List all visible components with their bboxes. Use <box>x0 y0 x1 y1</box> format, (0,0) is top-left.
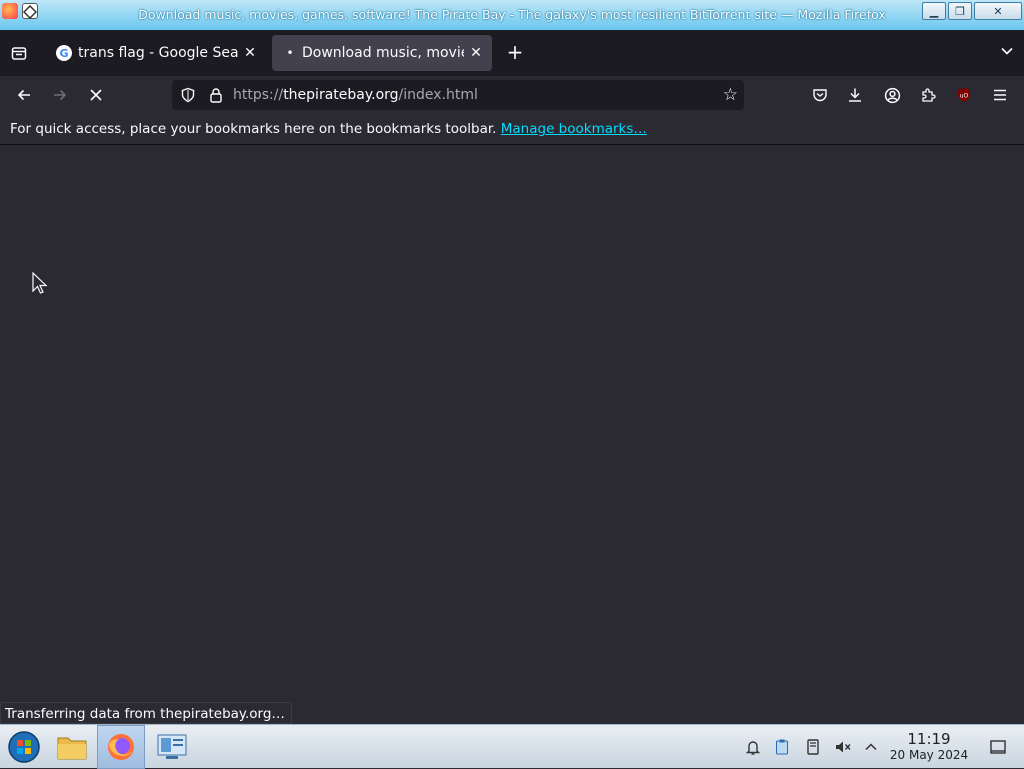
list-all-tabs-button[interactable] <box>1000 44 1014 62</box>
tab-close-icon[interactable]: ✕ <box>464 41 488 65</box>
stop-x-icon <box>90 89 102 101</box>
close-button[interactable]: ✕ <box>974 2 1022 20</box>
tab-close-icon[interactable]: ✕ <box>238 41 262 65</box>
firefox-view-icon <box>11 47 27 60</box>
url-prefix: https:// <box>233 87 284 103</box>
page-content[interactable] <box>0 145 1024 724</box>
account-icon <box>884 87 900 103</box>
show-desktop-icon[interactable] <box>988 737 1008 757</box>
notifications-bell-icon[interactable] <box>743 737 763 757</box>
url-path: /index.html <box>398 87 478 103</box>
bookmarks-toolbar: For quick access, place your bookmarks h… <box>0 114 1024 145</box>
app-menu-button[interactable] <box>989 84 1011 106</box>
tray-expand-chevron-up-icon[interactable] <box>861 737 881 757</box>
status-panel: Transferring data from thepiratebay.org… <box>0 702 292 724</box>
start-orb-icon <box>8 731 40 763</box>
tab-strip: G trans flag - Google Search ✕ • Downloa… <box>0 30 1024 76</box>
download-icon <box>849 88 861 102</box>
ublock-origin-icon: uO <box>958 88 970 102</box>
lock-icon[interactable] <box>208 87 224 103</box>
storage-device-icon[interactable] <box>803 737 823 757</box>
taskbar-firefox[interactable] <box>97 725 145 769</box>
tab-piratebay[interactable]: • Download music, movies, games ✕ <box>272 35 492 71</box>
close-icon: ✕ <box>993 4 1003 18</box>
taskbar-system-settings[interactable] <box>148 725 196 769</box>
clipboard-icon[interactable] <box>772 737 792 757</box>
arrow-left-icon <box>17 89 30 101</box>
clock-time: 11:19 <box>907 730 951 748</box>
window-titlebar[interactable]: Download music, movies, games, software!… <box>0 0 1024 30</box>
loading-dot-icon: • <box>286 46 294 60</box>
minimize-button[interactable]: ▁ <box>922 2 946 20</box>
new-tab-button[interactable]: + <box>503 42 527 64</box>
tab-google-search[interactable]: G trans flag - Google Search ✕ <box>46 35 266 71</box>
mouse-pointer-icon <box>32 272 48 294</box>
manage-bookmarks-link[interactable]: Manage bookmarks… <box>501 121 647 137</box>
bookmarks-toolbar-message: For quick access, place your bookmarks h… <box>10 121 497 137</box>
svg-text:uO: uO <box>960 93 969 100</box>
address-bar[interactable]: https://thepiratebay.org/index.html ☆ <box>172 80 744 110</box>
tab-label: trans flag - Google Search <box>78 45 238 61</box>
maximize-button[interactable]: ❐ <box>948 2 972 20</box>
account-button[interactable] <box>881 84 903 106</box>
firefox-icon <box>108 734 134 760</box>
taskbar: 11:19 20 May 2024 <box>0 724 1024 769</box>
firefox-view-button[interactable] <box>8 42 30 64</box>
url-domain: thepiratebay.org <box>283 87 399 103</box>
back-button[interactable] <box>12 84 36 106</box>
control-panel-icon <box>157 734 187 759</box>
maximize-icon: ❐ <box>955 4 965 18</box>
extensions-button[interactable] <box>917 84 939 106</box>
bookmark-star-icon[interactable]: ☆ <box>723 85 738 105</box>
ublock-origin-button[interactable]: uO <box>953 84 975 106</box>
window-title: Download music, movies, games, software!… <box>138 7 886 22</box>
google-icon: G <box>56 45 72 61</box>
navigation-toolbar: https://thepiratebay.org/index.html ☆ uO <box>0 76 1024 114</box>
folder-icon <box>57 737 87 760</box>
tracking-protection-shield-icon[interactable] <box>180 87 196 103</box>
downloads-button[interactable] <box>844 84 866 106</box>
tab-label: Download music, movies, games <box>302 45 464 61</box>
pocket-icon <box>813 89 827 102</box>
forward-button[interactable] <box>48 84 72 106</box>
hamburger-menu-icon <box>994 89 1006 101</box>
clock-date: 20 May 2024 <box>889 748 969 762</box>
pocket-button[interactable] <box>809 84 831 106</box>
url-text[interactable]: https://thepiratebay.org/index.html <box>233 87 478 103</box>
start-button[interactable] <box>0 725 48 769</box>
stop-button[interactable] <box>84 84 108 106</box>
puzzle-piece-icon <box>922 88 936 102</box>
taskbar-clock[interactable]: 11:19 20 May 2024 <box>886 730 972 762</box>
chevron-down-icon <box>1001 47 1013 55</box>
volume-muted-icon[interactable] <box>833 737 853 757</box>
taskbar-file-manager[interactable] <box>48 725 96 769</box>
minimize-icon: ▁ <box>929 4 939 18</box>
arrow-right-icon <box>54 89 67 101</box>
